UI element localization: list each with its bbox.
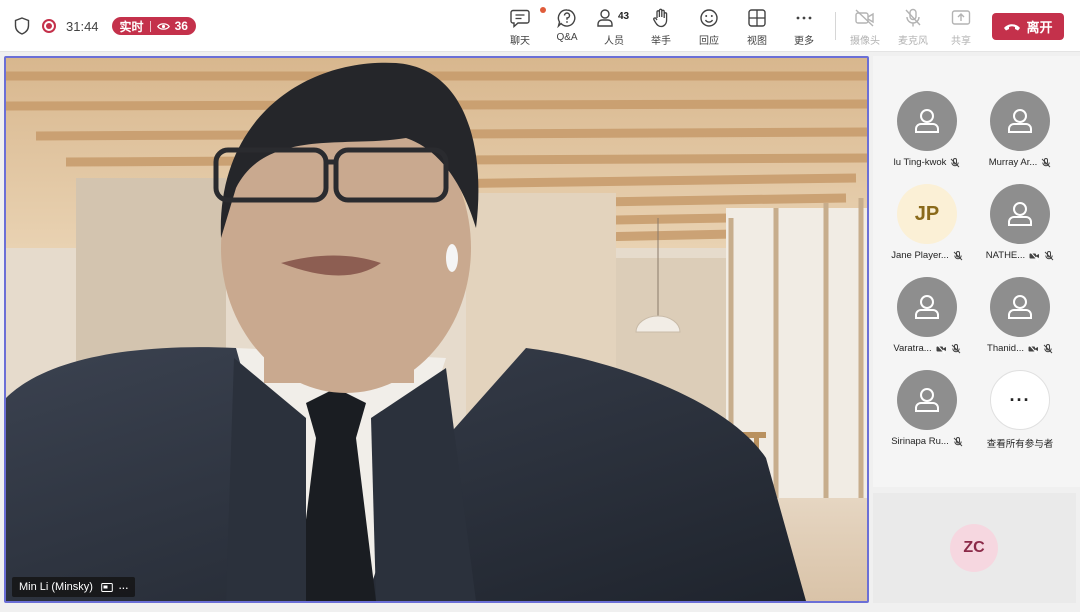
participant-tile[interactable]: Sirinapa Ru...	[880, 370, 974, 462]
toolbar-divider	[835, 12, 836, 40]
participants-panel: lu Ting-kwok Murray Ar... JP Jane Player…	[873, 56, 1080, 487]
participant-name: Jane Player...	[891, 250, 949, 261]
mic-muted-icon	[953, 250, 963, 260]
person-icon	[915, 109, 939, 133]
camera-off-icon	[1028, 343, 1038, 354]
avatar	[897, 91, 957, 151]
reaction-button[interactable]: 回应	[685, 8, 733, 48]
people-count: 43	[618, 11, 630, 22]
meeting-timer: 31:44	[66, 18, 99, 34]
meeting-toolbar: 31:44 实时 36 聊天 Q&A 43 人员 举手 回应 视图 更多 摄像头…	[0, 0, 1080, 52]
mic-off-icon	[905, 8, 921, 27]
presenter-name-tag: Min Li (Minsky) ···	[12, 577, 135, 597]
avatar-initials: JP	[897, 184, 957, 244]
camera-button[interactable]: 摄像头	[841, 8, 889, 48]
view-all-label: 查看所有参与者	[986, 439, 1054, 450]
participant-tile[interactable]: Varatra...	[880, 277, 974, 369]
share-icon	[951, 10, 971, 25]
self-video-tile[interactable]: ZC	[873, 493, 1076, 603]
mic-muted-icon	[951, 157, 960, 167]
person-icon	[915, 388, 939, 412]
viewer-count: 36	[174, 19, 188, 33]
self-avatar: ZC	[950, 524, 998, 572]
mic-label: 麦克风	[898, 36, 928, 47]
person-icon	[1008, 202, 1032, 226]
presenter-more-options[interactable]: ···	[118, 581, 129, 594]
chat-label: 聊天	[510, 36, 530, 47]
recording-icon	[42, 19, 56, 33]
live-label: 实时	[119, 19, 144, 34]
participant-name: Thanid...	[987, 343, 1024, 354]
mic-button[interactable]: 麦克风	[889, 8, 937, 48]
qa-button[interactable]: Q&A	[543, 8, 591, 48]
mic-muted-icon	[1044, 250, 1054, 260]
main-video-tile[interactable]: Min Li (Minsky) ···	[4, 56, 869, 603]
person-icon	[915, 295, 939, 319]
reaction-label: 回应	[699, 36, 719, 47]
eye-icon	[156, 22, 170, 30]
participant-tile[interactable]: lu Ting-kwok	[880, 91, 974, 183]
mic-muted-icon	[1043, 343, 1053, 353]
participant-name: Varatra...	[893, 343, 932, 354]
share-button[interactable]: 共享	[937, 8, 985, 48]
people-icon	[597, 9, 613, 27]
person-icon	[1008, 109, 1032, 133]
raise-hand-button[interactable]: 举手	[637, 8, 685, 48]
avatar	[897, 370, 957, 430]
view-grid-icon	[748, 9, 766, 27]
qa-label: Q&A	[556, 32, 578, 43]
more-icon	[796, 16, 812, 20]
more-participants-icon[interactable]: ···	[990, 370, 1050, 430]
participant-tile[interactable]: JP Jane Player...	[880, 184, 974, 276]
mic-muted-icon	[1041, 157, 1051, 167]
share-label: 共享	[951, 36, 971, 47]
person-icon	[1008, 295, 1032, 319]
participant-name: Murray Ar...	[988, 157, 1038, 168]
avatar	[990, 91, 1050, 151]
camera-off-icon	[855, 9, 874, 27]
participant-name: Sirinapa Ru...	[891, 436, 949, 447]
view-button[interactable]: 视图	[733, 8, 781, 48]
participant-tile[interactable]: NATHE...	[973, 184, 1067, 276]
participant-tile[interactable]: Thanid...	[973, 277, 1067, 369]
live-badge[interactable]: 实时 36	[111, 17, 196, 35]
camera-label: 摄像头	[850, 36, 880, 47]
camera-off-icon	[936, 343, 946, 354]
shield-icon[interactable]	[14, 17, 30, 35]
people-label: 人员	[604, 36, 624, 47]
speaker-video-feed	[6, 58, 867, 601]
raise-hand-label: 举手	[651, 36, 671, 47]
mic-muted-icon	[951, 343, 961, 353]
qa-icon	[557, 9, 576, 28]
more-label: 更多	[794, 36, 814, 47]
more-button[interactable]: 更多	[780, 8, 828, 48]
view-label: 视图	[747, 36, 767, 47]
mic-muted-icon	[953, 436, 963, 446]
avatar	[990, 277, 1050, 337]
reaction-icon	[700, 9, 718, 27]
camera-off-icon	[1029, 250, 1040, 261]
hang-up-icon	[1004, 23, 1021, 30]
raise-hand-icon	[653, 8, 668, 28]
participant-name: NATHE...	[985, 250, 1026, 261]
avatar	[990, 184, 1050, 244]
chat-icon	[510, 9, 530, 28]
leave-label: 离开	[1026, 20, 1053, 35]
avatar	[897, 277, 957, 337]
meeting-status: 31:44 实时 36	[14, 16, 196, 36]
share-screen-icon	[101, 582, 113, 592]
people-button[interactable]: 43 人员	[590, 8, 638, 48]
view-all-participants[interactable]: ··· 查看所有参与者	[973, 370, 1067, 462]
participant-tile[interactable]: Murray Ar...	[973, 91, 1067, 183]
leave-button[interactable]: 离开	[992, 13, 1064, 40]
presenter-name: Min Li (Minsky)	[19, 581, 93, 593]
chat-button[interactable]: 聊天	[496, 7, 546, 48]
participant-name: lu Ting-kwok	[893, 157, 947, 168]
